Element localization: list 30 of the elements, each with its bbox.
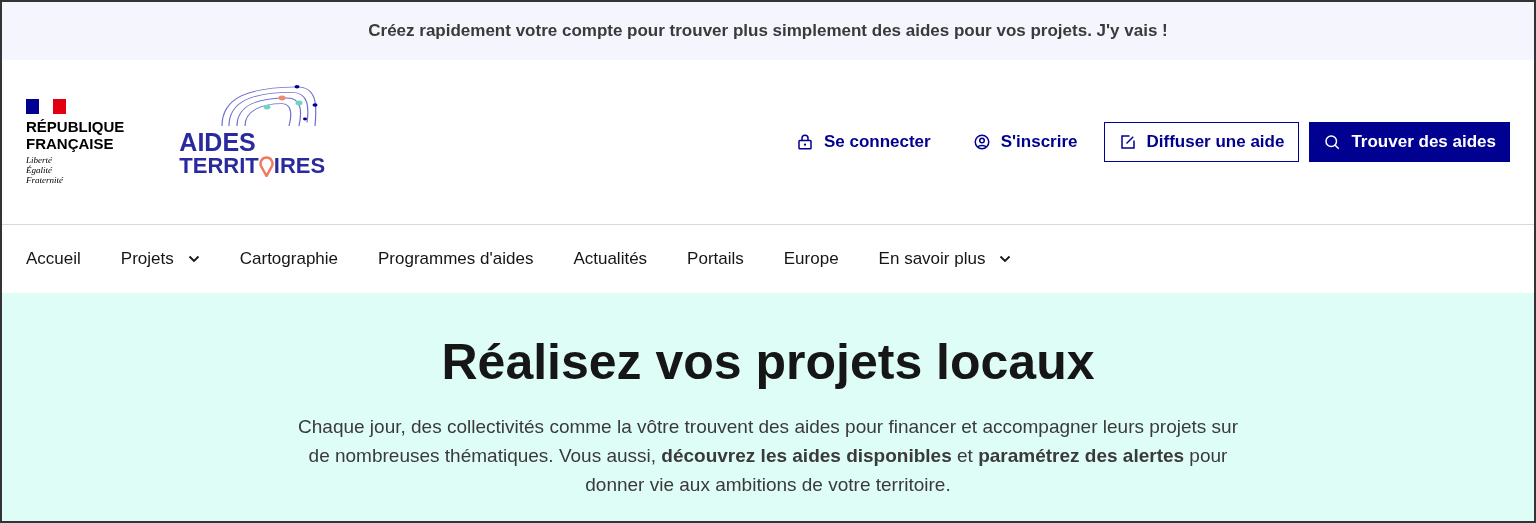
republic-name: RÉPUBLIQUE (26, 118, 125, 135)
motto-text: Liberté (26, 155, 53, 165)
hero-text: Chaque jour, des collectivités comme la vôtre trouvent des aides pour financer et accompagner leurs projets sur de nombreuses thématiques. Vous aussi, découvrez les aides disponibles et paramétrez des alertes pour donner vie aux ambitions de votre territoire. (297, 414, 1239, 497)
hero-title: Réalisez vos projets locaux (441, 333, 1095, 392)
header-link[interactable]: Se connecter (779, 122, 947, 162)
flag-icon (26, 99, 66, 114)
nav-item[interactable]: En savoir plus (878, 246, 1012, 272)
motto-text: Égalité (26, 165, 53, 175)
logo-text: AIDES (179, 130, 257, 155)
chevron-down-icon (187, 255, 200, 263)
republic-name: FRANÇAISE (26, 135, 115, 152)
header-button[interactable]: Diffuser une aide (1103, 122, 1300, 162)
edit-icon (1118, 133, 1137, 151)
nav-item[interactable]: Projets (120, 246, 200, 272)
logo-text: TERRIT (179, 155, 259, 177)
search-icon (1323, 133, 1342, 151)
nav-item[interactable]: Cartographie (239, 246, 338, 272)
pin-icon (258, 155, 274, 177)
motto-text: Fraternité (26, 175, 64, 185)
lock-icon (795, 133, 814, 151)
logo-text: IRES (273, 155, 326, 177)
nav-item[interactable]: Portails (687, 246, 744, 272)
header-button[interactable]: Trouver des aides (1309, 122, 1510, 162)
nav-item[interactable]: Europe (783, 246, 839, 272)
nav-item[interactable]: Programmes d'aides (378, 246, 534, 272)
nav-item[interactable]: Accueil (26, 246, 81, 272)
user-icon (972, 133, 991, 151)
nav-item[interactable]: Actualités (573, 246, 648, 272)
chevron-down-icon (999, 255, 1012, 263)
header-link[interactable]: S'inscrire (956, 122, 1094, 162)
